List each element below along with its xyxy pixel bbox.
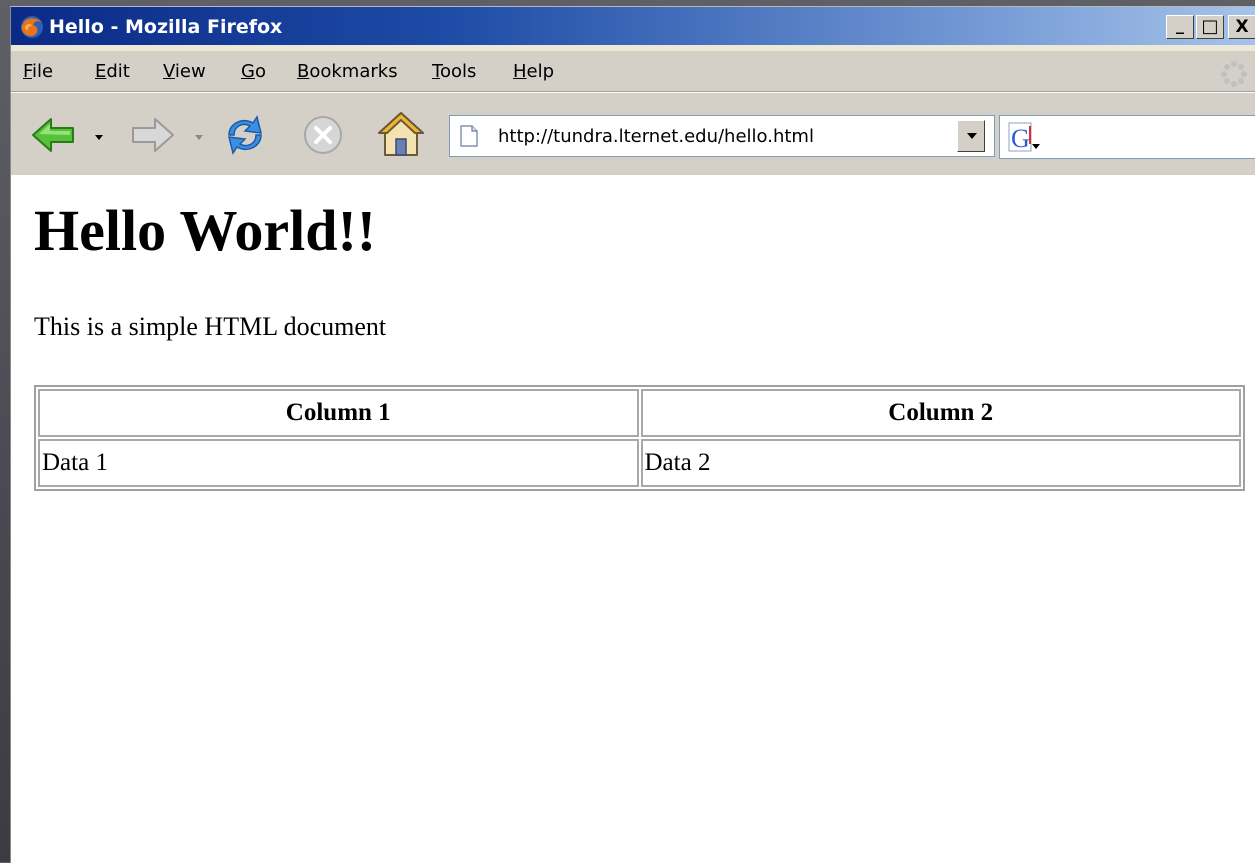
page-content: Hello World!! This is a simple HTML docu… [11,175,1255,863]
page-heading: Hello World!! [34,198,377,263]
table-row: Data 1 Data 2 [38,439,1241,487]
menu-go-rest: o [254,61,266,82]
table-header-cell: Column 2 [640,389,1241,437]
url-dropdown-button[interactable] [957,120,985,152]
maximize-button[interactable]: □ [1196,15,1224,39]
navigation-toolbar: http://tundra.lternet.edu/hello.html G [11,92,1255,176]
menu-bar: File Edit View Go Bookmarks Tools Help [11,51,1255,92]
menu-go-accel: G [241,61,255,82]
url-bar[interactable]: http://tundra.lternet.edu/hello.html [449,115,995,157]
browser-window: Hello - Mozilla Firefox _ □ X File Edit … [10,6,1255,863]
data-table: Column 1 Column 2 Data 1 Data 2 [34,385,1245,491]
window-title: Hello - Mozilla Firefox [49,16,283,38]
forward-dropdown-icon[interactable] [195,135,203,140]
menu-help[interactable]: Help [513,61,554,83]
menu-edit-rest: dit [106,61,130,82]
reload-icon[interactable] [219,109,271,161]
search-bar[interactable]: G [999,115,1255,159]
menu-edit[interactable]: Edit [95,61,130,83]
home-icon[interactable] [375,109,427,159]
maximize-icon: □ [1201,16,1219,37]
minimize-button[interactable]: _ [1166,15,1194,39]
close-icon: X [1235,16,1249,37]
menu-tools[interactable]: Tools [432,61,476,83]
menu-edit-accel: E [95,61,107,82]
page-paragraph: This is a simple HTML document [34,312,387,341]
menu-go[interactable]: Go [241,61,266,83]
menu-tools-rest: ools [439,61,477,82]
back-icon[interactable] [29,115,77,155]
table-cell: Data 1 [38,439,639,487]
menu-file-rest: ile [32,61,54,82]
menu-view-accel: V [163,61,175,82]
menu-tools-accel: T [432,61,440,82]
forward-icon[interactable] [129,115,177,155]
menu-bookmarks-rest: ookmarks [309,61,398,82]
minimize-icon: _ [1176,15,1184,34]
firefox-icon [21,16,43,38]
menu-help-rest: elp [526,61,555,82]
title-bar[interactable]: Hello - Mozilla Firefox _ □ X [11,7,1255,45]
table-header-row: Column 1 Column 2 [38,389,1241,437]
menu-help-accel: H [513,61,527,82]
menu-view-rest: iew [174,61,206,82]
close-button[interactable]: X [1228,15,1255,39]
menu-bookmarks[interactable]: Bookmarks [297,61,398,83]
stop-icon[interactable] [301,113,345,157]
menu-bookmarks-accel: B [297,61,310,82]
throbber-icon [1221,61,1247,87]
table-cell: Data 2 [640,439,1241,487]
menu-view[interactable]: View [163,61,206,83]
url-text[interactable]: http://tundra.lternet.edu/hello.html [498,126,814,148]
page-icon [460,125,478,147]
menu-file-accel: F [23,61,33,82]
google-icon[interactable]: G [1008,122,1044,154]
table-header-cell: Column 1 [38,389,639,437]
menu-file[interactable]: File [23,61,53,83]
svg-text:G: G [1011,124,1030,153]
back-dropdown-icon[interactable] [95,135,103,140]
chevron-down-icon [967,133,977,139]
